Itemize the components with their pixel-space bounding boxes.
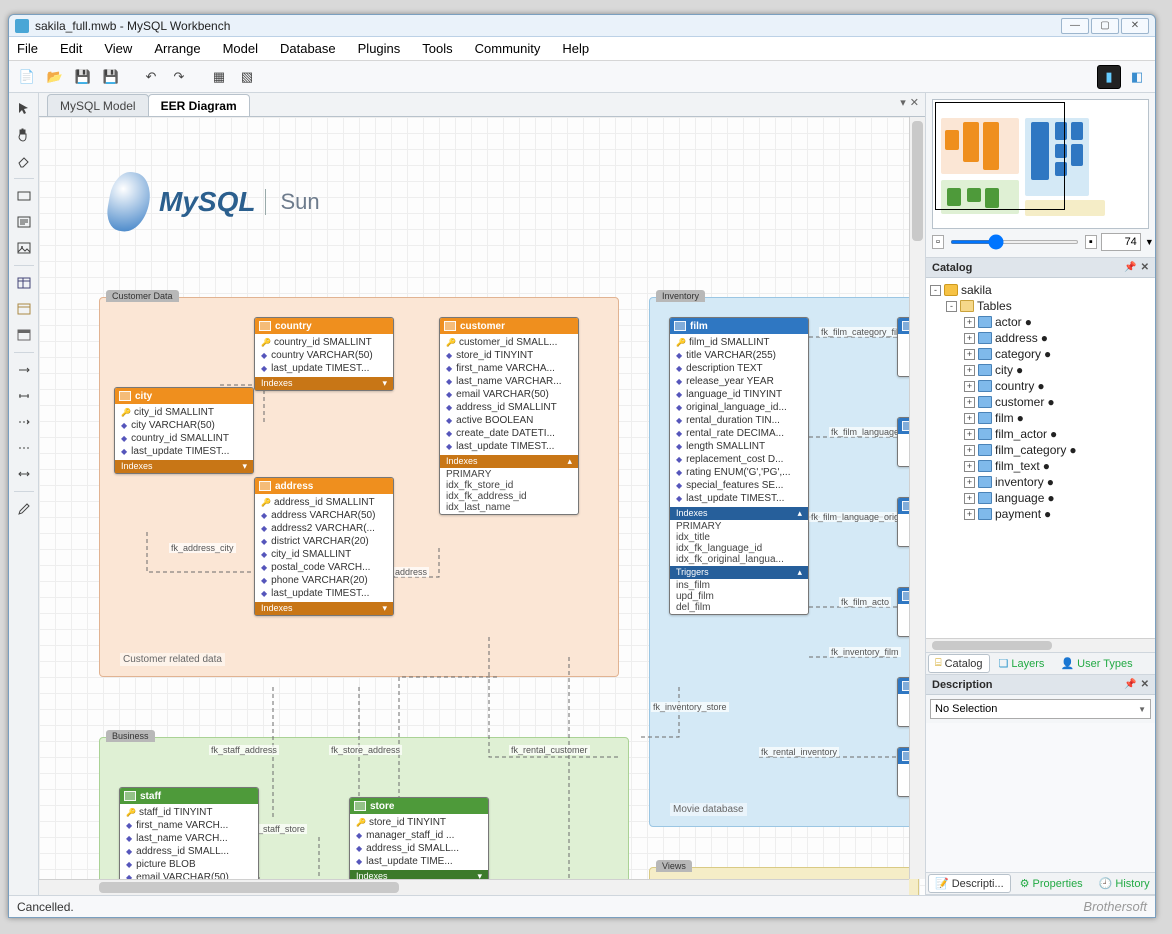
menu-help[interactable]: Help	[562, 41, 589, 56]
open-file-button[interactable]: 📂	[43, 65, 67, 89]
relation-nm-tool[interactable]	[12, 462, 36, 486]
table-country[interactable]: country country_id SMALLINT country VARC…	[254, 317, 394, 391]
table-city[interactable]: city city_id SMALLINT city VARCHAR(50) c…	[114, 387, 254, 474]
zoom-out-icon[interactable]: ▫	[932, 235, 944, 249]
left-toolbar	[9, 93, 39, 895]
tab-mysql-model[interactable]: MySQL Model	[47, 94, 149, 116]
bottom-tab-usertypes[interactable]: 👤User Types	[1053, 654, 1139, 673]
redo-button[interactable]: ↷	[167, 65, 191, 89]
sidebar-toggle-icon[interactable]: ◧	[1125, 65, 1149, 89]
app-icon	[15, 19, 29, 33]
menu-plugins[interactable]: Plugins	[358, 41, 401, 56]
right-sidebar: ▫ ▪ ▼ Catalog 📌✕ -sakila -Tables +actor …	[925, 93, 1155, 895]
note-tool[interactable]	[12, 210, 36, 234]
menu-view[interactable]: View	[104, 41, 132, 56]
right-tab-history[interactable]: 🕘History	[1092, 874, 1157, 893]
app-window: sakila_full.mwb - MySQL Workbench — ▢ ✕ …	[8, 14, 1156, 918]
catalog-tree[interactable]: -sakila -Tables +actor ● +address ● +cat…	[926, 278, 1155, 638]
menu-tools[interactable]: Tools	[422, 41, 452, 56]
relation-11-id-tool[interactable]	[12, 436, 36, 460]
tab-eer-diagram[interactable]: EER Diagram	[148, 94, 250, 116]
catalog-panel-header: Catalog 📌✕	[926, 258, 1155, 278]
menu-community[interactable]: Community	[475, 41, 541, 56]
zoom-in-icon[interactable]: ▪	[1085, 235, 1097, 249]
edit-tool[interactable]	[12, 497, 36, 521]
description-panel-header: Description 📌✕	[926, 675, 1155, 695]
menu-model[interactable]: Model	[223, 41, 258, 56]
new-file-button[interactable]: 📄	[15, 65, 39, 89]
relation-1n-id-tool[interactable]	[12, 410, 36, 434]
window-title: sakila_full.mwb - MySQL Workbench	[35, 19, 230, 33]
sun-logo-text: Sun	[265, 189, 319, 215]
watermark: Brothersoft	[1083, 899, 1147, 914]
minimize-button[interactable]: —	[1061, 18, 1089, 34]
titlebar: sakila_full.mwb - MySQL Workbench — ▢ ✕	[9, 15, 1155, 37]
tab-dropdown-icon[interactable]: ▾	[900, 96, 906, 109]
table-film[interactable]: film film_id SMALLINT title VARCHAR(255)…	[669, 317, 809, 615]
navigator-panel: ▫ ▪ ▼	[926, 93, 1155, 258]
bottom-tab-layers[interactable]: ❏Layers	[992, 654, 1052, 673]
eraser-tool[interactable]	[12, 149, 36, 173]
bottom-tab-catalog[interactable]: ⌸Catalog	[928, 654, 990, 673]
menubar: File Edit View Arrange Model Database Pl…	[9, 37, 1155, 61]
close-button[interactable]: ✕	[1121, 18, 1149, 34]
description-select[interactable]: No Selection	[930, 699, 1151, 719]
panel-close-icon[interactable]: ✕	[1141, 262, 1149, 273]
status-text: Cancelled.	[17, 900, 74, 914]
table-customer[interactable]: customer customer_id SMALL... store_id T…	[439, 317, 579, 515]
menu-file[interactable]: File	[17, 41, 38, 56]
zoom-dropdown-icon[interactable]: ▼	[1145, 237, 1154, 247]
pin-icon[interactable]: 📌	[1124, 679, 1136, 690]
table-store[interactable]: store store_id TINYINT manager_staff_id …	[349, 797, 489, 884]
terminal-icon[interactable]: ▮	[1097, 65, 1121, 89]
catalog-hscroll[interactable]	[926, 638, 1155, 652]
canvas-vscroll[interactable]	[909, 117, 925, 879]
save-button[interactable]: 💾	[71, 65, 95, 89]
zoom-slider[interactable]	[950, 240, 1079, 244]
maximize-button[interactable]: ▢	[1091, 18, 1119, 34]
tab-close-icon[interactable]: ✕	[910, 96, 919, 109]
pointer-tool[interactable]	[12, 97, 36, 121]
minimap[interactable]	[932, 99, 1149, 229]
panel-close-icon[interactable]: ✕	[1141, 679, 1149, 690]
menu-edit[interactable]: Edit	[60, 41, 82, 56]
right-tab-properties[interactable]: ⚙Properties	[1013, 874, 1090, 893]
menu-database[interactable]: Database	[280, 41, 336, 56]
layer-tool[interactable]	[12, 184, 36, 208]
logo-area: MySQL Sun	[109, 147, 399, 257]
table-tool[interactable]	[12, 271, 36, 295]
save-as-button[interactable]: 💾	[99, 65, 123, 89]
right-tab-description[interactable]: 📝Descripti...	[928, 874, 1011, 893]
canvas-hscroll[interactable]	[39, 879, 909, 895]
view-tool[interactable]	[12, 297, 36, 321]
relation-1n-tool[interactable]	[12, 358, 36, 382]
zoom-value[interactable]	[1101, 233, 1141, 251]
undo-button[interactable]: ↶	[139, 65, 163, 89]
statusbar: Cancelled. Brothersoft	[9, 895, 1155, 917]
routine-tool[interactable]	[12, 323, 36, 347]
description-body	[926, 723, 1155, 872]
relation-11-tool[interactable]	[12, 384, 36, 408]
pin-icon[interactable]: 📌	[1124, 262, 1136, 273]
menu-arrange[interactable]: Arrange	[154, 41, 200, 56]
main-toolbar: 📄 📂 💾 💾 ↶ ↷ ▦ ▧ ▮ ◧	[9, 61, 1155, 93]
image-tool[interactable]	[12, 236, 36, 260]
hand-tool[interactable]	[12, 123, 36, 147]
snap-toggle-button[interactable]: ▧	[235, 65, 259, 89]
mysql-logo-text: MySQL	[159, 186, 255, 218]
diagram-canvas[interactable]: MySQL Sun Customer Data Customer related…	[39, 117, 925, 895]
grid-toggle-button[interactable]: ▦	[207, 65, 231, 89]
document-tabs: MySQL Model EER Diagram ▾ ✕	[39, 93, 925, 117]
mysql-dolphin-icon	[104, 169, 154, 235]
table-address[interactable]: address address_id SMALLINT address VARC…	[254, 477, 394, 616]
